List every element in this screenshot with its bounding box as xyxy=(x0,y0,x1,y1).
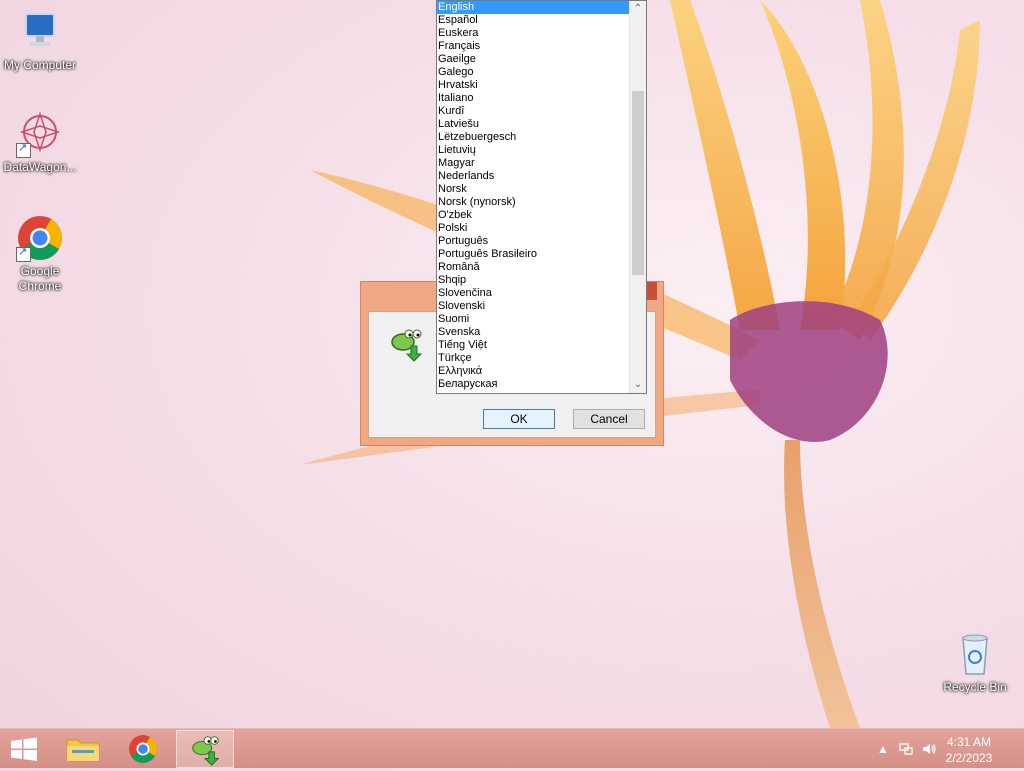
datawagon-icon xyxy=(16,110,64,158)
desktop-icon-google-chrome[interactable]: Google Chrome xyxy=(0,214,80,294)
show-hidden-icons-icon[interactable]: ▲ xyxy=(875,741,891,757)
start-button[interactable] xyxy=(0,730,48,768)
language-option[interactable]: Português Brasileiro xyxy=(437,248,629,261)
language-option[interactable]: Latviešu xyxy=(437,118,629,131)
taskbar: ▲ 4:31 AM 2/2/2023 xyxy=(0,728,1024,768)
language-option[interactable]: Беларуская xyxy=(437,378,629,391)
network-icon[interactable] xyxy=(898,741,914,757)
language-option[interactable]: Español xyxy=(437,14,629,27)
language-option[interactable]: Kurdî xyxy=(437,105,629,118)
language-option[interactable]: Magyar xyxy=(437,157,629,170)
language-option[interactable]: Français xyxy=(437,40,629,53)
desktop-icon-label: Recycle Bin xyxy=(943,680,1007,694)
desktop-icon-label: DataWagon... xyxy=(3,160,77,174)
language-option[interactable]: Română xyxy=(437,261,629,274)
shortcut-arrow-icon xyxy=(16,141,31,158)
clock-date: 2/2/2023 xyxy=(945,751,993,765)
language-dropdown-list[interactable]: English Español Euskera Français Gaeilge Gale… xyxy=(436,0,647,394)
language-option[interactable]: Galego xyxy=(437,66,629,79)
language-option[interactable]: English xyxy=(437,1,629,14)
language-option[interactable]: Tiếng Việt xyxy=(437,339,629,352)
language-option[interactable]: Norsk (nynorsk) xyxy=(437,196,629,209)
computer-icon xyxy=(16,8,64,56)
desktop-icon-datawagon[interactable]: DataWagon... xyxy=(0,110,80,175)
language-list-items: English Español Euskera Français Gaeilge Gale… xyxy=(437,1,629,391)
language-option[interactable]: Svenska xyxy=(437,326,629,339)
language-option[interactable]: Hrvatski xyxy=(437,79,629,92)
scroll-down-icon[interactable]: ⌄ xyxy=(630,377,646,393)
language-option[interactable]: Türkçe xyxy=(437,352,629,365)
notepad-plus-plus-icon xyxy=(389,326,425,362)
desktop-icon-label: Google Chrome xyxy=(18,264,62,293)
chrome-icon xyxy=(129,735,157,763)
scroll-thumb[interactable] xyxy=(632,91,644,275)
close-button[interactable] xyxy=(647,282,657,300)
language-option[interactable]: Suomi xyxy=(437,313,629,326)
language-option[interactable]: Lëtzebuergesch xyxy=(437,131,629,144)
desktop-icon-label: My Computer xyxy=(3,58,77,72)
notepad-plus-plus-icon xyxy=(192,736,220,766)
taskbar-file-explorer[interactable] xyxy=(54,730,112,768)
language-option[interactable]: O'zbek xyxy=(437,209,629,222)
taskbar-notepad-plus-plus[interactable] xyxy=(176,730,234,768)
ok-button[interactable]: OK xyxy=(483,409,555,429)
language-option[interactable]: Gaeilge xyxy=(437,53,629,66)
language-option[interactable]: Slovenčina xyxy=(437,287,629,300)
cancel-button[interactable]: Cancel xyxy=(573,409,645,429)
desktop-icon-my-computer[interactable]: My Computer xyxy=(0,8,80,73)
desktop-icon-recycle-bin[interactable]: Recycle Bin xyxy=(935,630,1015,695)
language-option[interactable]: Ελληνικά xyxy=(437,365,629,378)
recycle-bin-icon xyxy=(951,630,999,678)
language-option[interactable]: Lietuvių xyxy=(437,144,629,157)
language-option[interactable]: Norsk xyxy=(437,183,629,196)
scroll-up-icon[interactable]: ⌃ xyxy=(630,1,646,17)
taskbar-clock[interactable]: 4:31 AM 2/2/2023 xyxy=(934,734,1004,766)
language-option[interactable]: Português xyxy=(437,235,629,248)
taskbar-chrome[interactable] xyxy=(114,730,172,768)
windows-logo-icon xyxy=(11,737,37,761)
language-option[interactable]: Nederlands xyxy=(437,170,629,183)
clock-time: 4:31 AM xyxy=(946,735,992,749)
language-option[interactable]: Polski xyxy=(437,222,629,235)
list-scrollbar[interactable]: ⌃ ⌄ xyxy=(629,1,646,393)
language-option[interactable]: Shqip xyxy=(437,274,629,287)
folder-icon xyxy=(66,739,100,762)
chrome-icon xyxy=(16,214,64,262)
language-option[interactable]: Euskera xyxy=(437,27,629,40)
language-option[interactable]: Italiano xyxy=(437,92,629,105)
language-option[interactable]: Slovenski xyxy=(437,300,629,313)
shortcut-arrow-icon xyxy=(16,245,31,262)
